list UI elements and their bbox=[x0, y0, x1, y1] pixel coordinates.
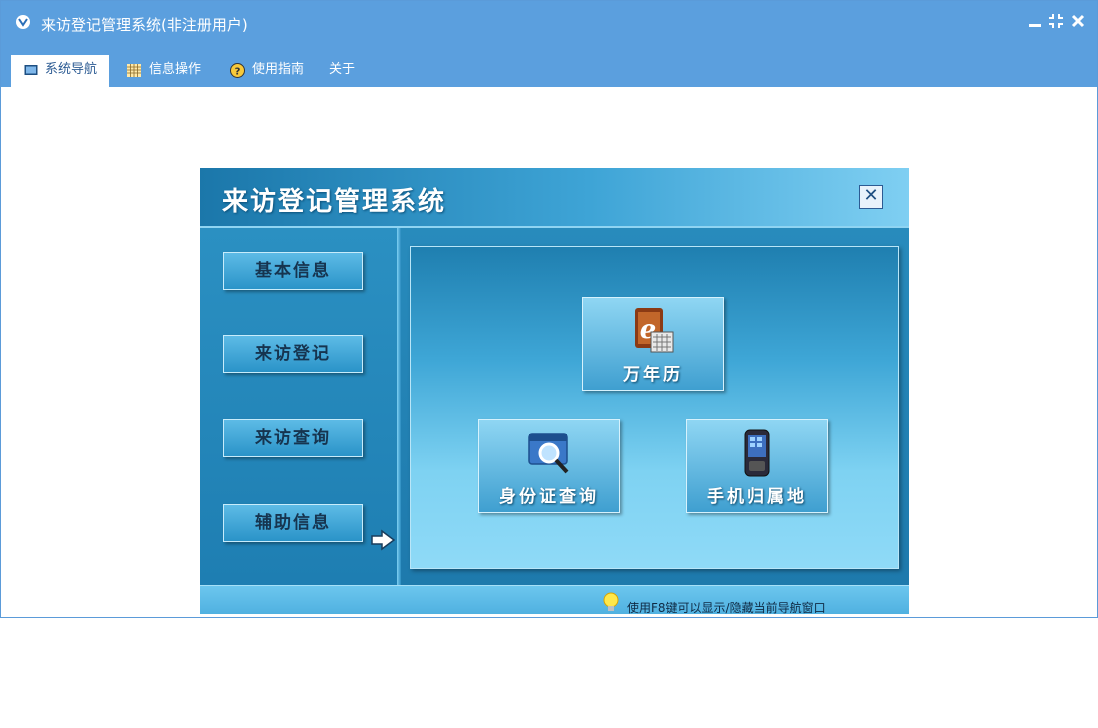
main-content: 来访登记管理系统 ✕ 基本信息 来访登记 来访查询 辅助信息 e 万年历 身份证… bbox=[1, 87, 1097, 617]
close-icon: ✕ bbox=[863, 185, 879, 206]
navigation-header: 来访登记管理系统 ✕ bbox=[200, 168, 909, 228]
restore-button[interactable] bbox=[1047, 13, 1065, 33]
minimize-icon bbox=[1029, 24, 1041, 27]
menu-bar: 系统导航 信息操作 ? 使用指南 关于 bbox=[1, 45, 1097, 87]
tab-label: 系统导航 bbox=[45, 62, 98, 77]
arrow-right-icon bbox=[371, 529, 396, 551]
visit-query-button[interactable]: 来访查询 bbox=[223, 419, 363, 457]
svg-text:?: ? bbox=[235, 67, 241, 78]
basic-info-button[interactable]: 基本信息 bbox=[223, 252, 363, 290]
tab-label: 信息操作 bbox=[149, 62, 202, 77]
window-title: 来访登记管理系统(非注册用户) bbox=[41, 16, 248, 34]
minimize-button[interactable] bbox=[1026, 13, 1044, 33]
tab-about[interactable]: 关于 bbox=[329, 55, 369, 87]
calendar-tile[interactable]: e 万年历 bbox=[582, 297, 724, 391]
monitor-icon bbox=[24, 65, 38, 75]
tab-system-navigation[interactable]: 系统导航 bbox=[11, 55, 109, 87]
app-window: 来访登记管理系统(非注册用户) 系统导航 信息操作 ? 使用指南 关于 来访登记… bbox=[0, 0, 1098, 618]
lightbulb-icon bbox=[603, 592, 619, 611]
tile-label: 身份证查询 bbox=[499, 487, 599, 507]
tile-label: 万年历 bbox=[623, 365, 683, 385]
calendar-icon: e bbox=[635, 308, 674, 353]
grid-icon bbox=[127, 64, 141, 77]
id-card-query-tile[interactable]: 身份证查询 bbox=[478, 419, 620, 513]
f8-tip-text: 使用F8键可以显示/隐藏当前导航窗口 bbox=[627, 601, 826, 614]
navigation-close-button[interactable]: ✕ bbox=[859, 185, 883, 209]
title-bar[interactable]: 来访登记管理系统(非注册用户) bbox=[1, 1, 1097, 45]
visit-register-button[interactable]: 来访登记 bbox=[223, 335, 363, 373]
tab-label: 使用指南 bbox=[252, 62, 305, 77]
tab-info-operations[interactable]: 信息操作 bbox=[125, 55, 215, 87]
restore-icon bbox=[1049, 14, 1063, 28]
tab-label: 关于 bbox=[329, 62, 356, 77]
sidebar-divider bbox=[397, 228, 401, 585]
tab-user-guide[interactable]: ? 使用指南 bbox=[228, 55, 318, 87]
mobile-location-tile[interactable]: 手机归属地 bbox=[686, 419, 828, 513]
close-window-button[interactable] bbox=[1069, 13, 1087, 33]
mobile-phone-icon bbox=[744, 429, 770, 477]
app-logo-icon bbox=[16, 15, 30, 29]
help-icon: ? bbox=[230, 63, 245, 78]
navigation-title: 来访登记管理系统 bbox=[222, 187, 447, 217]
close-icon bbox=[1071, 14, 1085, 28]
navigation-dialog: 来访登记管理系统 ✕ 基本信息 来访登记 来访查询 辅助信息 e 万年历 身份证… bbox=[200, 168, 909, 614]
auxiliary-info-button[interactable]: 辅助信息 bbox=[223, 504, 363, 542]
tile-label: 手机归属地 bbox=[707, 487, 807, 507]
id-card-search-icon bbox=[528, 433, 569, 474]
auxiliary-panel: e 万年历 身份证查询 手机归属地 bbox=[410, 246, 899, 569]
navigation-footer: 使用F8键可以显示/隐藏当前导航窗口 bbox=[200, 585, 909, 614]
